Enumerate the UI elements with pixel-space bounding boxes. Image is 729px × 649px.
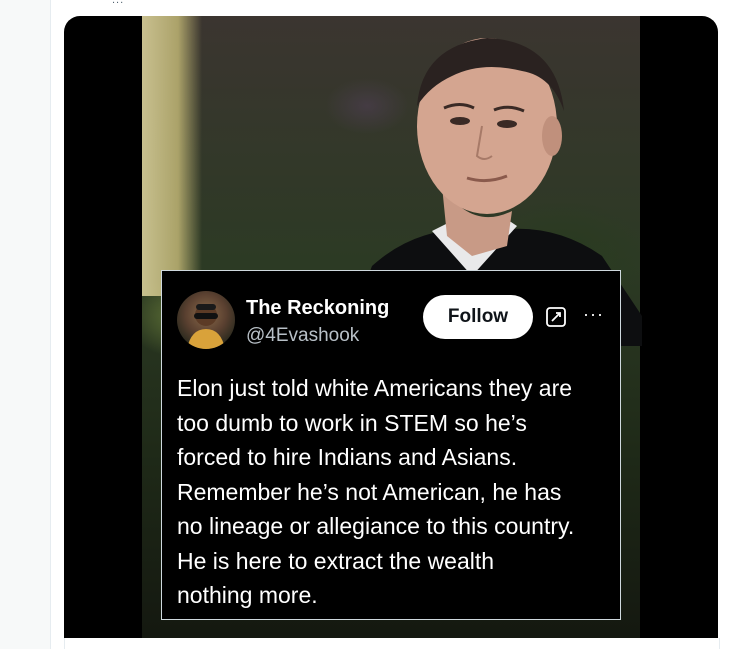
tweet-text-line: He is here to extract the wealth	[177, 547, 495, 574]
tweet-text-line: too dumb to work in STEM so he’s	[177, 409, 527, 436]
follow-button[interactable]: Follow	[423, 295, 533, 339]
post-media-image[interactable]: The Reckoning @4Evashook Follow ··· Elon…	[64, 16, 718, 638]
photo-background-left	[142, 16, 202, 296]
quoted-tweet-card: The Reckoning @4Evashook Follow ··· Elon…	[161, 270, 621, 620]
tweet-text-line: forced to hire Indians and Asians.	[177, 444, 518, 470]
tweet-text-line: nothing more.	[177, 582, 318, 608]
tweet-text-line: no lineage or allegiance to this country…	[177, 513, 575, 539]
avatar[interactable]	[177, 291, 235, 349]
author-name[interactable]: The Reckoning	[246, 297, 389, 320]
tweet-text-line: Remember he’s not American, he has	[177, 478, 562, 505]
author-handle[interactable]: @4Evashook	[246, 325, 359, 347]
post-footer-strip	[64, 638, 720, 649]
grok-icon[interactable]	[546, 307, 566, 327]
tweet-text-line: Elon just told white Americans they are	[177, 375, 573, 401]
left-sidebar	[0, 0, 51, 649]
tweet-text: Elon just told white Americans they are …	[177, 371, 617, 613]
top-fragment-text: ...	[112, 0, 125, 6]
more-icon[interactable]: ···	[583, 304, 604, 325]
